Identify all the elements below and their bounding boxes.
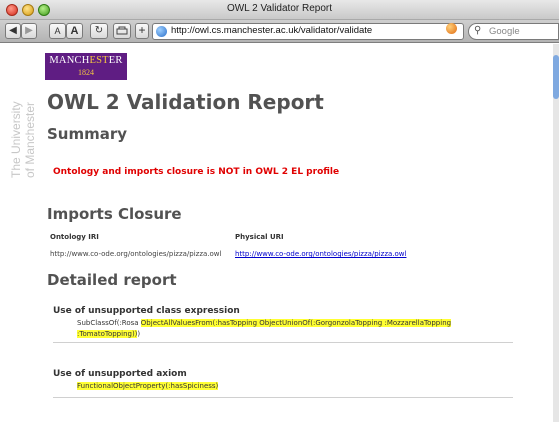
scrollbar-thumb[interactable] (553, 55, 559, 99)
issue-axiom: FunctionalObjectProperty(:hasSpiciness) (77, 381, 219, 392)
issue-title: Use of unsupported class expression (53, 306, 240, 316)
axiom-highlight: FunctionalObjectProperty(:hasSpiciness) (77, 382, 219, 390)
printer-icon (116, 26, 128, 35)
summary-message: Ontology and imports closure is NOT in O… (53, 167, 340, 177)
logo-name-end: ER (108, 55, 123, 66)
print-button[interactable] (113, 23, 131, 39)
university-text-line1: The University (9, 101, 23, 178)
axiom-highlight-continued: :TomatoTopping)) (77, 330, 138, 338)
logo-name-highlight: EST (89, 55, 109, 66)
issue-axiom: SubClassOf(:Rosa ObjectAllValuesFrom(:ha… (77, 318, 537, 340)
snapback-icon[interactable] (446, 23, 457, 34)
vertical-scrollbar[interactable] (553, 44, 559, 422)
page-title: OWL 2 Validation Report (47, 90, 324, 114)
imports-heading: Imports Closure (47, 205, 182, 223)
browser-window: OWL 2 Validator Report ◀ ▶ A A ↻ + http:… (0, 0, 559, 422)
window-title: OWL 2 Validator Report (226, 3, 333, 14)
issue-title: Use of unsupported axiom (53, 369, 187, 379)
reload-button[interactable]: ↻ (90, 23, 108, 39)
manchester-logo[interactable]: MANCHESTER 1824 (45, 53, 127, 80)
summary-heading: Summary (47, 125, 128, 143)
table-cell-physical-uri[interactable]: http://www.co-ode.org/ontologies/pizza/p… (235, 250, 406, 258)
university-text-line2: of Manchester (23, 102, 37, 178)
address-bar[interactable]: http://owl.cs.manchester.ac.uk/validator… (152, 23, 464, 40)
reload-icon: ↻ (94, 25, 104, 36)
forward-button[interactable]: ▶ (21, 23, 37, 39)
logo-year: 1824 (78, 68, 94, 77)
add-bookmark-button[interactable]: + (135, 23, 149, 39)
back-arrow-icon: ◀ (9, 25, 17, 36)
globe-icon (156, 26, 167, 37)
title-bar: OWL 2 Validator Report (0, 0, 559, 20)
table-header-ontology-iri: Ontology IRI (50, 233, 99, 241)
axiom-prefix: SubClassOf(:Rosa (77, 319, 141, 327)
university-vertical-banner: The University of Manchester (4, 60, 42, 180)
physical-uri-link[interactable]: http://www.co-ode.org/ontologies/pizza/p… (235, 250, 406, 258)
address-bar-url: http://owl.cs.manchester.ac.uk/validator… (171, 25, 373, 36)
logo-name-main: MANCH (49, 55, 90, 66)
search-icon: ⚲ (474, 25, 482, 36)
divider (53, 397, 513, 398)
search-placeholder: Google (489, 26, 520, 37)
text-larger-button[interactable]: A (66, 23, 83, 39)
table-header-physical-uri: Physical URI (235, 233, 284, 241)
axiom-highlight: ObjectAllValuesFrom(:hasTopping ObjectUn… (140, 319, 452, 327)
axiom-suffix: ) (137, 330, 141, 338)
detailed-report-heading: Detailed report (47, 271, 177, 289)
logo-name: MANCHESTER (45, 55, 127, 66)
divider (53, 342, 513, 343)
table-cell-ontology-iri: http://www.co-ode.org/ontologies/pizza/p… (50, 250, 222, 258)
forward-arrow-icon: ▶ (25, 25, 33, 36)
text-smaller-button[interactable]: A (49, 23, 66, 39)
back-button[interactable]: ◀ (5, 23, 21, 39)
browser-toolbar: ◀ ▶ A A ↻ + http://owl.cs.manchester.ac.… (0, 20, 559, 43)
search-field[interactable]: ⚲ Google (468, 23, 559, 40)
